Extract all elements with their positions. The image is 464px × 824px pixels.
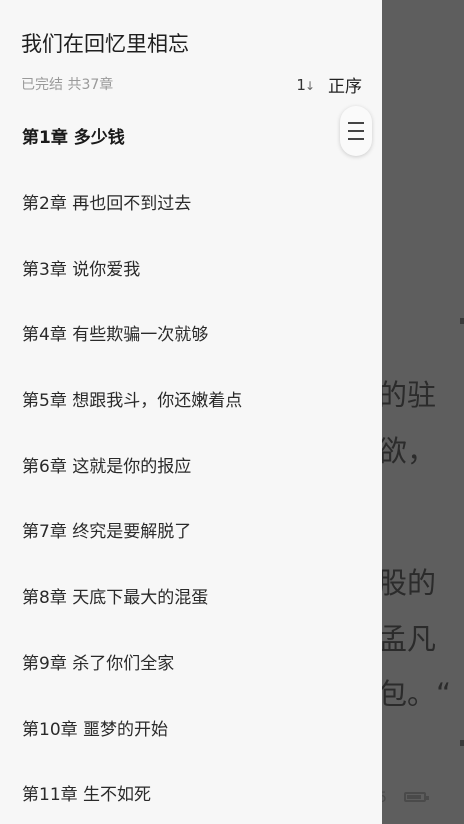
- chapter-list: 第1章 多少钱 第2章 再也回不到过去 第3章 说你爱我 第4章 有些欺骗一次就…: [0, 103, 382, 824]
- reader-text-line: 的驻: [378, 378, 437, 412]
- sort-order-label: 正序: [328, 77, 362, 97]
- reader-screen: 的驻 欲， 股的 孟凡 包。“ 5 我们在回忆里相忘 已完结 共37章 1↓ 正…: [0, 0, 464, 824]
- reader-text-line: 股的: [378, 566, 437, 600]
- chapter-item[interactable]: 第2章 再也回不到过去: [0, 169, 382, 235]
- book-title: 我们在回忆里相忘: [21, 32, 189, 56]
- reader-text-line: 包。“: [378, 677, 452, 711]
- chapter-item[interactable]: 第6章 这就是你的报应: [0, 431, 382, 497]
- reader-text-line: 孟凡: [378, 622, 437, 656]
- chapter-item[interactable]: 第11章 生不如死: [0, 760, 382, 824]
- menu-lines-icon: [348, 122, 364, 124]
- chapter-item[interactable]: 第3章 说你爱我: [0, 234, 382, 300]
- chapter-drawer: 我们在回忆里相忘 已完结 共37章 1↓ 正序 第1章 多少钱 第2章 再也回不…: [0, 0, 382, 824]
- reader-edge-mark: [460, 318, 464, 324]
- chapter-item[interactable]: 第5章 想跟我斗，你还嫩着点: [0, 366, 382, 432]
- sort-order-toggle[interactable]: 1↓ 正序: [296, 72, 362, 98]
- chapter-item[interactable]: 第9章 杀了你们全家: [0, 629, 382, 695]
- battery-icon: [404, 792, 429, 802]
- chapter-item[interactable]: 第4章 有些欺骗一次就够: [0, 300, 382, 366]
- chapter-item[interactable]: 第1章 多少钱: [0, 103, 382, 169]
- chapter-item[interactable]: 第10章 噩梦的开始: [0, 694, 382, 760]
- reader-edge-mark: [460, 740, 464, 746]
- fast-scroll-handle[interactable]: [340, 106, 372, 156]
- chapter-item[interactable]: 第8章 天底下最大的混蛋: [0, 563, 382, 629]
- book-status: 已完结 共37章: [21, 77, 114, 93]
- reader-text-line: 欲，: [378, 434, 437, 468]
- sort-order-icon: 1↓: [296, 75, 315, 94]
- chapter-item[interactable]: 第7章 终究是要解脱了: [0, 497, 382, 563]
